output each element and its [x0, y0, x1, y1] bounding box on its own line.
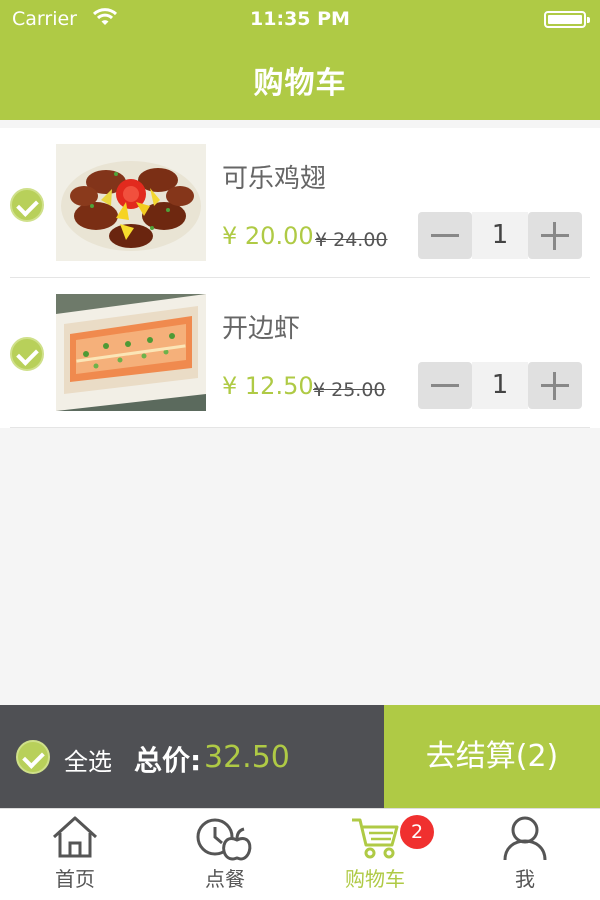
increase-quantity-button[interactable] [528, 212, 582, 259]
nav-header: Carrier 11:35 PM 购物车 [0, 0, 600, 120]
tab-home[interactable]: 首页 [0, 809, 150, 900]
cart-item: 开边虾 ¥ 12.50 ¥ 25.00 1 [0, 278, 600, 428]
checkout-bar: 全选 总价: 32.50 去结算(2) [0, 705, 600, 808]
select-all-check-icon[interactable] [16, 740, 50, 774]
increase-quantity-button[interactable] [528, 362, 582, 409]
item-name: 可乐鸡翅 [222, 164, 327, 194]
decrease-quantity-button[interactable] [418, 362, 472, 409]
quantity-stepper: 1 [418, 362, 582, 409]
item-original-price: ¥ 25.00 [313, 379, 386, 401]
tab-label: 首页 [55, 867, 95, 891]
tab-me[interactable]: 我 [450, 809, 600, 900]
cart-count-badge: 2 [400, 815, 434, 849]
tab-label: 我 [515, 867, 535, 891]
dish-image-shrimp[interactable] [56, 294, 206, 411]
cart-item: 可乐鸡翅 ¥ 20.00 ¥ 24.00 1 [0, 128, 600, 278]
item-price: ¥ 20.00 [222, 222, 314, 250]
tab-bar: 首页 点餐 购物车 我 2 [0, 808, 600, 900]
tab-order[interactable]: 点餐 [150, 809, 300, 900]
user-icon [503, 816, 547, 861]
item-price: ¥ 12.50 [222, 372, 314, 400]
item-select-check-icon[interactable] [10, 337, 44, 371]
select-all-label[interactable]: 全选 [64, 742, 112, 777]
cart-list: 可乐鸡翅 ¥ 20.00 ¥ 24.00 1 开边虾 ¥ 12.50 ¥ 25.… [0, 128, 600, 428]
checkout-button[interactable]: 去结算(2) [384, 705, 600, 808]
total-price: 32.50 [204, 740, 290, 775]
item-divider [10, 427, 590, 428]
tab-label: 购物车 [345, 867, 405, 891]
home-icon [52, 816, 98, 858]
item-original-price: ¥ 24.00 [315, 229, 388, 251]
checkout-summary: 全选 总价: 32.50 [0, 705, 384, 808]
decrease-quantity-button[interactable] [418, 212, 472, 259]
quantity-value: 1 [472, 212, 528, 259]
quantity-stepper: 1 [418, 212, 582, 259]
item-name: 开边虾 [222, 314, 301, 344]
status-time: 11:35 PM [250, 8, 350, 30]
clock-apple-icon [196, 818, 252, 861]
dish-image-cola-wings[interactable] [56, 144, 206, 261]
battery-icon [544, 11, 590, 28]
item-select-check-icon[interactable] [10, 188, 44, 222]
cart-icon [352, 818, 399, 859]
total-label: 总价: [134, 744, 202, 777]
status-bar: Carrier 11:35 PM [0, 0, 600, 40]
tab-label: 点餐 [205, 867, 245, 891]
page-title: 购物车 [253, 66, 347, 101]
quantity-value: 1 [472, 362, 528, 409]
